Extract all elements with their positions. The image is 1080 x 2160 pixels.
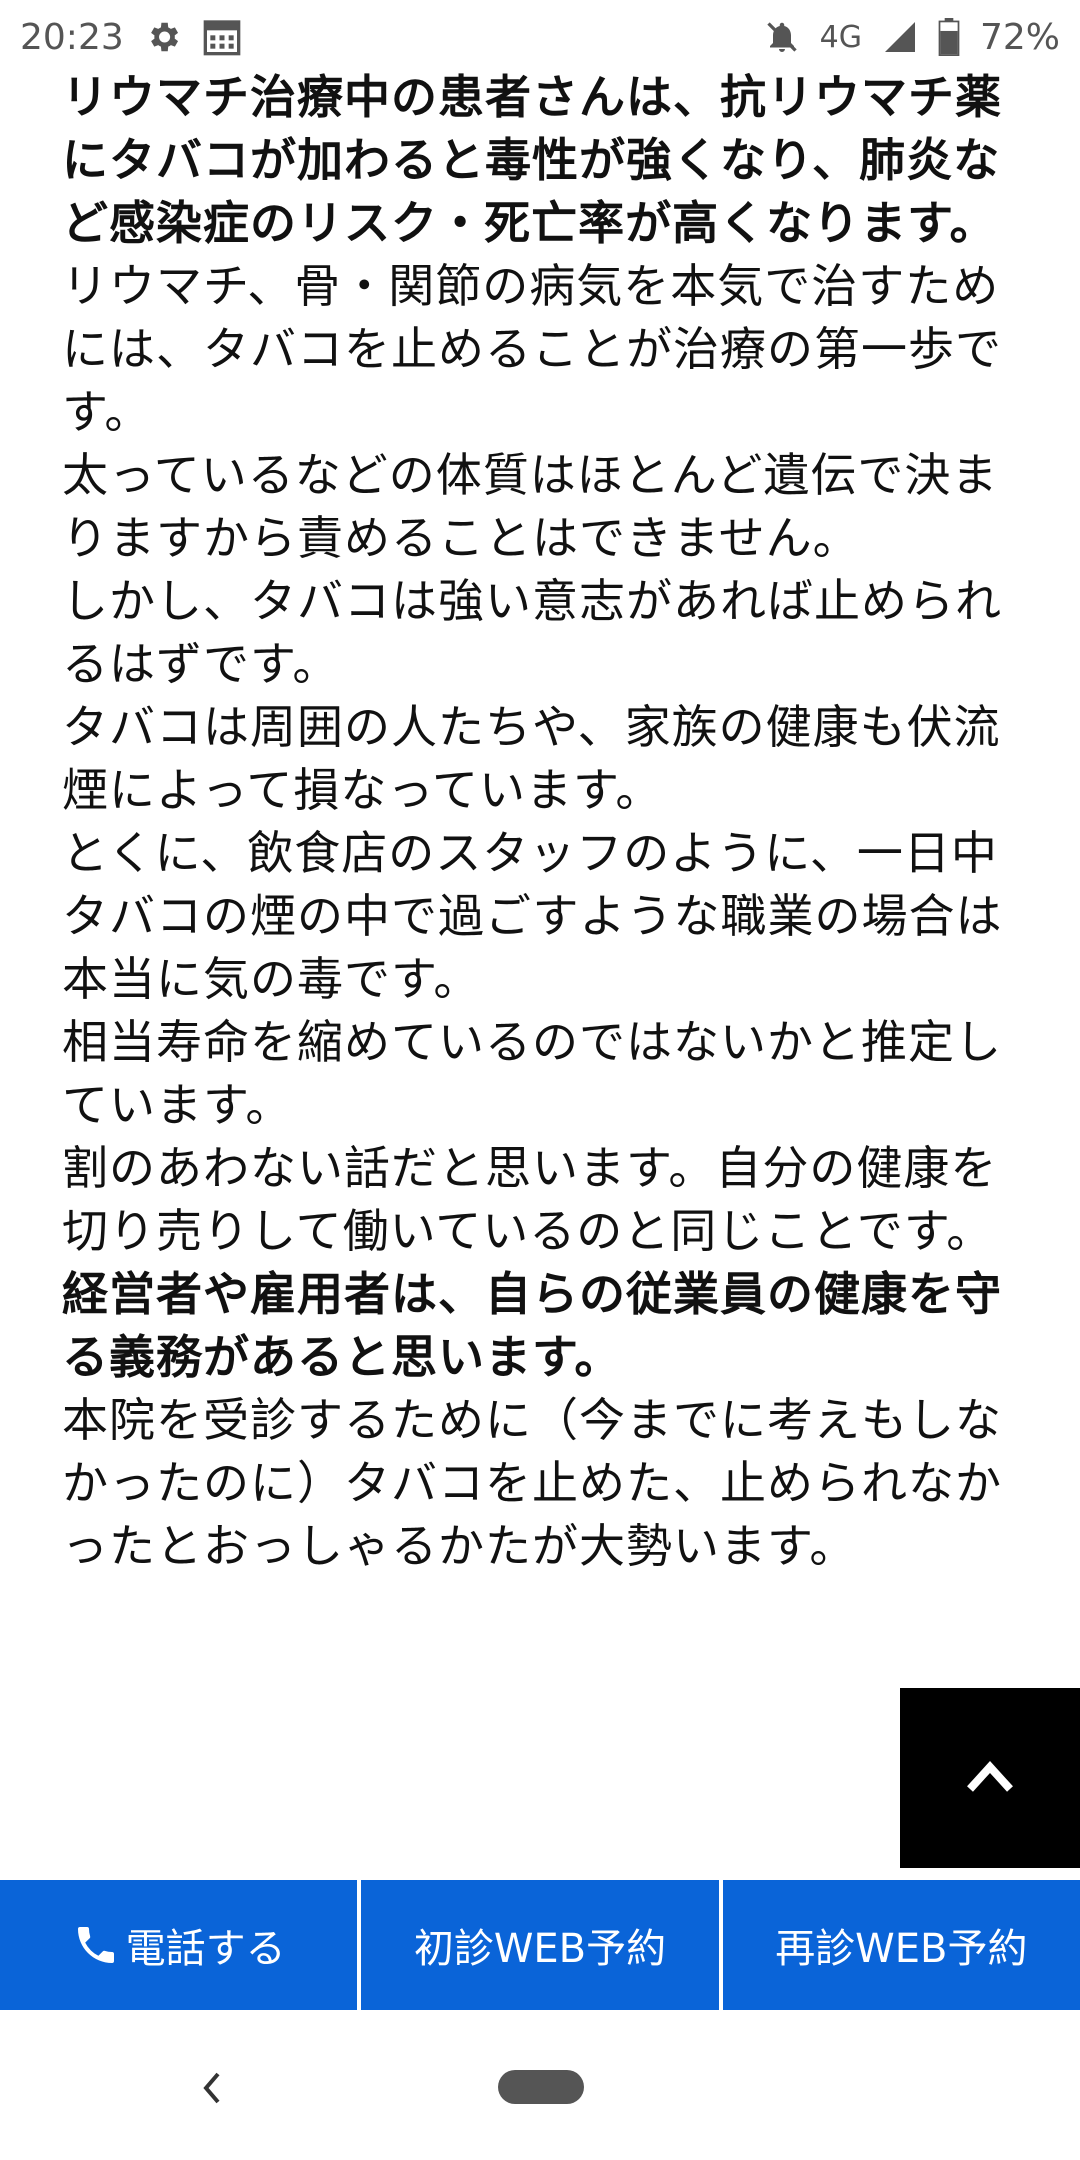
first-visit-web-booking-button[interactable]: 初診WEB予約 [361,1880,719,2010]
home-pill-icon[interactable] [498,2070,584,2104]
scroll-top-button[interactable] [900,1688,1080,1868]
paragraph-8: 割のあわない話だと思います。自分の健康を切り売りして働いているのと同じことです。 [62,1141,998,1258]
call-button[interactable]: 電話する [0,1880,358,2010]
action-bar: 電話する 初診WEB予約 再診WEB予約 [0,1880,1080,2010]
signal-icon [882,19,918,55]
mute-bell-icon [764,19,800,55]
chevron-up-icon [965,1758,1015,1798]
revisit-label: 再診WEB予約 [775,1926,1028,1972]
network-type: 4G [819,19,862,55]
first-visit-label: 初診WEB予約 [413,1926,667,1972]
calendar-icon [202,17,242,57]
paragraph-1: リウマチ治療中の患者さんは、抗リウマチ薬にタバコが加わると毒性が強くなり、肺炎な… [62,70,1002,250]
settings-icon [144,18,182,56]
paragraph-4: しかし、タバコは強い意志があれば止められるはずです。 [62,574,1002,691]
paragraph-6: とくに、飲食店のスタッフのように、一日中タバコの煙の中で過ごすような職業の場合は… [62,826,1003,1006]
status-bar: 20:23 4G 72% [0,0,1080,74]
call-label: 電話する [125,1926,286,1972]
paragraph-9: 経営者や雇用者は、自らの従業員の健康を守る義務があると思います。 [62,1267,1002,1384]
paragraph-7: 相当寿命を縮めているのではないかと推定しています。 [62,1015,1002,1132]
status-right: 4G 72% [764,17,1060,58]
paragraph-3: 太っているなどの体質はほとんど遺伝で決まりますから責めることはできません。 [62,448,999,565]
paragraph-10: 本院を受診するために（今までに考えもしなかったのに）タバコを止めた、止められなか… [62,1393,1002,1573]
article-body: リウマチ治療中の患者さんは、抗リウマチ薬にタバコが加わると毒性が強くなり、肺炎な… [62,66,1032,1578]
status-left: 20:23 [20,17,242,58]
battery-icon [938,18,960,56]
back-chevron-icon[interactable] [192,2062,232,2114]
paragraph-2: リウマチ、骨・関節の病気を本気で治すためには、タバコを止めることが治療の第一歩で… [62,259,1002,439]
paragraph-5: タバコは周囲の人たちや、家族の健康も伏流煙によって損なっています。 [62,700,1001,817]
navigation-bar [0,2018,1080,2160]
status-time: 20:23 [20,16,124,58]
battery-percent: 72% [979,16,1060,58]
revisit-web-booking-button[interactable]: 再診WEB予約 [722,1880,1080,2010]
phone-icon [72,1921,120,1969]
